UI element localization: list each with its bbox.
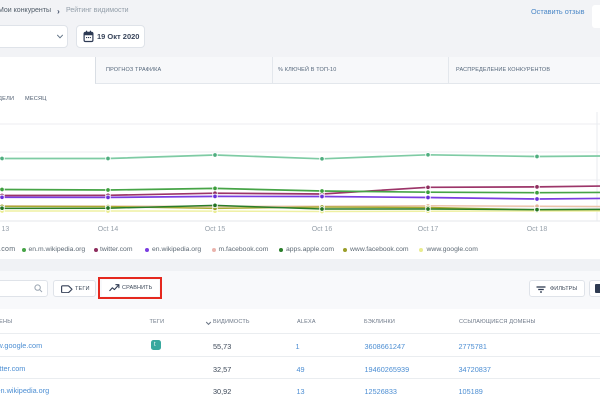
svg-text:Oct 16: Oct 16 bbox=[312, 226, 333, 233]
svg-text:Oct 15: Oct 15 bbox=[205, 226, 226, 233]
svg-text:Oct 14: Oct 14 bbox=[98, 226, 119, 233]
svg-text:Oct 17: Oct 17 bbox=[418, 226, 439, 233]
svg-text:Oct 18: Oct 18 bbox=[527, 226, 548, 233]
svg-text:Oct 13: Oct 13 bbox=[0, 226, 9, 233]
